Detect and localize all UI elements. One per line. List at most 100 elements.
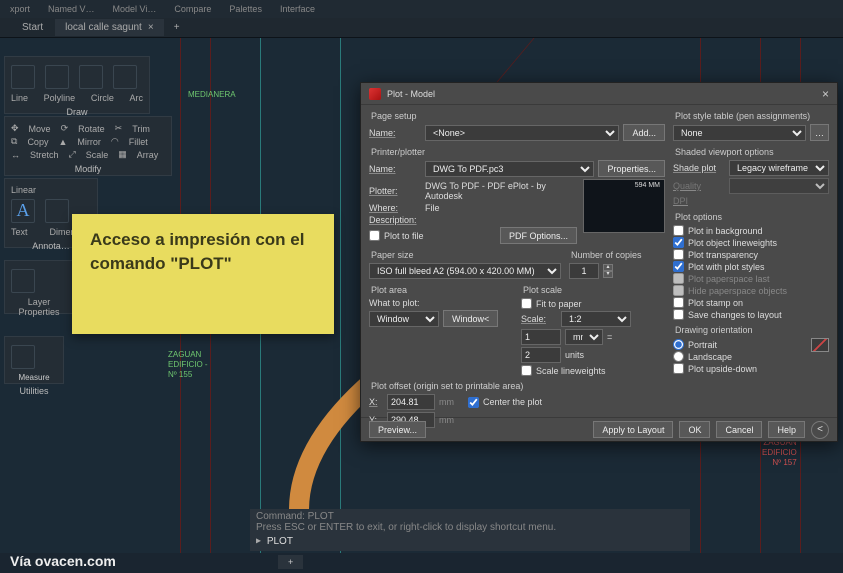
scale-unit-select[interactable]: mm — [565, 329, 603, 345]
fit-to-paper-checkbox[interactable] — [521, 298, 532, 309]
close-icon[interactable]: × — [148, 22, 154, 33]
paper-size-select[interactable]: ISO full bleed A2 (594.00 x 420.00 MM) — [369, 263, 561, 279]
group-plot-scale: Plot scale Fit to paper Scale:1:2 mm= un… — [521, 285, 665, 377]
printer-name-select[interactable]: DWG To PDF.pc3 — [425, 161, 594, 177]
opt-save-changes-checkbox[interactable] — [673, 309, 684, 320]
tab-active[interactable]: local calle sagunt × — [55, 19, 164, 36]
plot-style-select[interactable]: None — [673, 125, 806, 141]
panel-layers: LayerProperties — [4, 260, 74, 314]
file-tabs: Start local calle sagunt × + — [0, 18, 843, 38]
group-paper-size: Paper size ISO full bleed A2 (594.00 x 4… — [369, 250, 561, 281]
polyline-icon[interactable] — [45, 65, 69, 89]
opt-lineweights-checkbox[interactable] — [673, 237, 684, 248]
text-icon[interactable]: A — [11, 199, 35, 223]
rotate-icon[interactable]: ⟳ — [61, 123, 69, 134]
menu-item[interactable]: xport — [10, 4, 30, 14]
add-button[interactable]: Add... — [623, 124, 665, 141]
opt-transparency-checkbox[interactable] — [673, 249, 684, 260]
label-zaguan-157: ZAGUÁN EDIFICIO Nº 157 — [762, 438, 797, 468]
window-pick-button[interactable]: Window< — [443, 310, 498, 327]
properties-button[interactable]: Properties... — [598, 160, 665, 177]
upside-down-checkbox[interactable] — [673, 363, 684, 374]
shade-plot-select[interactable]: Legacy wireframe — [729, 160, 829, 176]
paper-preview: 594 MM — [583, 179, 665, 233]
ok-button[interactable]: OK — [679, 421, 710, 438]
scale-select[interactable]: 1:2 — [561, 311, 631, 327]
command-hint: Press ESC or ENTER to exit, or right-cli… — [256, 522, 684, 533]
opt-plotstyles-checkbox[interactable] — [673, 261, 684, 272]
annotation-note: Acceso a impresión con el comando "PLOT" — [72, 214, 334, 334]
group-printer: Printer/plotter Name: DWG To PDF.pc3 Pro… — [369, 147, 665, 246]
preview-button[interactable]: Preview... — [369, 421, 426, 438]
landscape-radio[interactable] — [673, 351, 684, 362]
fillet-icon[interactable]: ◠ — [111, 136, 119, 147]
expand-icon[interactable]: < — [811, 421, 829, 439]
scale-den-input[interactable] — [521, 347, 561, 363]
group-plot-area: Plot area What to plot: Window Window< — [369, 285, 513, 377]
menu-item[interactable]: Model Vi… — [113, 4, 157, 14]
help-button[interactable]: Help — [768, 421, 805, 438]
group-plot-style-table: Plot style table (pen assignments) None… — [673, 111, 829, 143]
opt-hide-paperspace-checkbox — [673, 285, 684, 296]
menu-item[interactable]: Interface — [280, 4, 315, 14]
spin-down-icon[interactable]: ▾ — [603, 271, 613, 278]
apply-to-layout-button[interactable]: Apply to Layout — [593, 421, 673, 438]
command-input[interactable] — [264, 533, 649, 549]
group-copies: Number of copies ▴▾ — [569, 250, 665, 281]
cancel-button[interactable]: Cancel — [716, 421, 762, 438]
dialog-title: Plot - Model — [387, 89, 435, 99]
menu-item[interactable]: Named V… — [48, 4, 95, 14]
center-plot-checkbox[interactable] — [468, 397, 479, 408]
top-menu: xport Named V… Model Vi… Compare Palette… — [0, 0, 843, 18]
label-zaguan-155: ZAGUAN EDIFICIO - Nº 155 — [168, 350, 208, 380]
opt-stamp-checkbox[interactable] — [673, 297, 684, 308]
command-history: Command: PLOT — [256, 511, 684, 522]
move-icon[interactable]: ✥ — [11, 123, 19, 134]
copy-icon[interactable]: ⧉ — [11, 136, 17, 147]
stretch-icon[interactable]: ↔ — [11, 150, 20, 160]
menu-item[interactable]: Palettes — [229, 4, 262, 14]
quality-select — [729, 178, 829, 194]
dimension-icon[interactable] — [45, 199, 69, 223]
what-to-plot-select[interactable]: Window — [369, 311, 439, 327]
group-page-setup: Page setup Name: <None> Add... — [369, 111, 665, 143]
plot-dialog: Plot - Model × Page setup Name: <None> A… — [360, 82, 838, 442]
portrait-radio[interactable] — [673, 339, 684, 350]
arc-icon[interactable] — [113, 65, 137, 89]
scale-lineweights-checkbox[interactable] — [521, 365, 532, 376]
tab-add[interactable]: + — [166, 20, 188, 35]
copies-input[interactable] — [569, 263, 599, 279]
tab-start[interactable]: Start — [12, 19, 53, 36]
label-medianera: MEDIANERA — [188, 90, 236, 100]
layout-tabs: + — [278, 555, 303, 569]
dialog-titlebar[interactable]: Plot - Model × — [361, 83, 837, 105]
layout-tab-add[interactable]: + — [278, 555, 303, 569]
layers-icon[interactable] — [11, 269, 35, 293]
circle-icon[interactable] — [79, 65, 103, 89]
menu-item[interactable]: Compare — [174, 4, 211, 14]
group-orientation: Drawing orientation Portrait Landscape P… — [673, 325, 829, 375]
group-plot-options: Plot options Plot in background Plot obj… — [673, 212, 829, 321]
mirror-icon[interactable]: ▲ — [58, 137, 67, 147]
trim-icon[interactable]: ✂ — [115, 123, 123, 134]
plot-style-edit-button[interactable]: … — [810, 124, 829, 141]
offset-x-input[interactable] — [387, 394, 435, 410]
autocad-logo-icon — [369, 88, 381, 100]
plot-to-file-checkbox[interactable] — [369, 230, 380, 241]
credit: Vía ovacen.com — [10, 553, 116, 569]
command-line[interactable]: Command: PLOT Press ESC or ENTER to exit… — [250, 509, 690, 551]
measure-icon[interactable] — [11, 345, 35, 369]
opt-background-checkbox[interactable] — [673, 225, 684, 236]
scale-icon[interactable]: ⤢ — [69, 149, 76, 160]
spin-up-icon[interactable]: ▴ — [603, 264, 613, 271]
scale-num-input[interactable] — [521, 329, 561, 345]
close-icon[interactable]: × — [822, 87, 829, 101]
orientation-preview-icon — [811, 338, 829, 352]
panel-utilities: Measure Utilities — [4, 336, 64, 384]
page-setup-name-select[interactable]: <None> — [425, 125, 619, 141]
pdf-options-button[interactable]: PDF Options... — [500, 227, 577, 244]
array-icon[interactable]: ▦ — [118, 149, 127, 160]
line-icon[interactable] — [11, 65, 35, 89]
group-shaded-viewport: Shaded viewport options Shade plotLegacy… — [673, 147, 829, 208]
panel-draw: Line Polyline Circle Arc Draw — [4, 56, 150, 114]
